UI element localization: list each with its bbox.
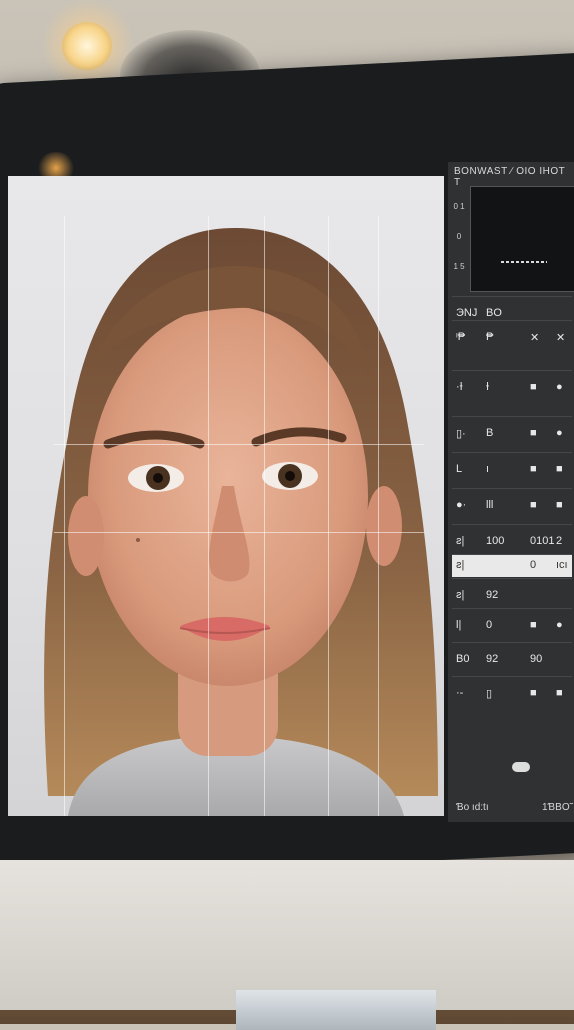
panel-footer-right: 1ƁBO˜	[542, 802, 573, 813]
panel-footer-left: Ɓo ıd:tı	[456, 802, 489, 813]
adjustment-panel: BONWAST ∕ OIO IHOT T 0 1 0 1 5 ЭNJ BO ᶦ₱…	[448, 162, 574, 822]
row-icon: ƨ|	[456, 589, 465, 601]
row-value: Ɨ	[486, 381, 490, 393]
selected-panel-row[interactable]: ƨ| 0 ıcı	[452, 554, 572, 577]
row-control[interactable]: ■	[530, 463, 537, 475]
row-control[interactable]: ●	[556, 427, 563, 439]
row-value: 0	[530, 559, 537, 571]
row-value: 0	[486, 619, 493, 631]
row-control[interactable]: ■	[556, 499, 563, 511]
row-value: 100	[486, 535, 505, 547]
close-icon[interactable]: ✕	[556, 331, 565, 344]
panel-row[interactable]: B0 92 90	[452, 642, 572, 677]
row-icon: ᶦ₱	[456, 331, 466, 343]
grid-line	[54, 444, 424, 445]
row-control[interactable]: ■	[556, 463, 563, 475]
row-value: 92	[486, 653, 499, 665]
row-control[interactable]: ■	[530, 499, 537, 511]
grid-line	[208, 216, 209, 816]
row-value: ı	[486, 463, 490, 475]
row-value: 0101	[530, 535, 555, 547]
row-value: ₱	[486, 331, 494, 343]
toggle-pill[interactable]	[512, 762, 530, 772]
row-control[interactable]: ■	[530, 427, 537, 439]
row-value: 90	[530, 653, 543, 665]
row-control[interactable]: ●	[556, 381, 563, 393]
nav-rail-label: 0 1	[453, 202, 465, 211]
apple-logo	[288, 904, 334, 960]
grid-line	[264, 216, 265, 816]
row-icon: ▯·	[456, 428, 466, 440]
row-icon: B0	[456, 653, 470, 665]
navigator-preview[interactable]	[470, 186, 574, 292]
row-icon: ●·	[456, 499, 467, 511]
row-value: ıcı	[556, 559, 568, 571]
grid-line	[54, 532, 424, 533]
row-control[interactable]: ■	[556, 687, 563, 699]
panel-row[interactable]: l| 0 ■ ●	[452, 608, 572, 643]
row-value: ▯	[486, 688, 493, 700]
row-control[interactable]: ■	[530, 687, 537, 699]
row-icon: ·Ɨ	[456, 381, 463, 393]
nav-rail-label: 0	[456, 232, 462, 241]
row-value: B	[486, 427, 494, 439]
lamp-bulb	[62, 22, 112, 70]
panel-row[interactable]: ·- ▯ ■ ■	[452, 676, 572, 711]
row-control[interactable]: ■	[530, 381, 537, 393]
grid-line	[378, 216, 379, 816]
navigator-marker	[501, 261, 547, 263]
photo-editor-window: BONWAST ∕ OIO IHOT T 0 1 0 1 5 ЭNJ BO ᶦ₱…	[4, 162, 574, 822]
monitor-stand	[236, 990, 436, 1030]
row-icon: ·-	[456, 687, 464, 699]
row-icon: l|	[456, 619, 462, 631]
panel-title: BONWAST ∕ OIO IHOT T	[454, 166, 566, 188]
grid-line	[328, 216, 329, 816]
row-value: BO	[486, 307, 502, 319]
row-icon: ƨ|	[456, 535, 465, 547]
panel-row[interactable]: ●· lll ■ ■	[452, 488, 572, 523]
close-icon[interactable]: ✕	[530, 331, 539, 344]
nav-rail-label: 1 5	[453, 262, 465, 271]
image-canvas[interactable]	[8, 176, 444, 816]
panel-row[interactable]: L ı ■ ■	[452, 452, 572, 487]
row-icon: ЭNJ	[456, 307, 478, 319]
panel-row[interactable]: ▯· B ■ ●	[452, 416, 572, 451]
row-value: 92	[486, 589, 499, 601]
row-control[interactable]: ■	[530, 619, 537, 631]
row-value: 2	[556, 535, 563, 547]
monitor-chin	[0, 860, 574, 1010]
row-value: lll	[486, 499, 494, 511]
navigator-rail: 0 1 0 1 5	[452, 192, 466, 288]
row-control[interactable]: ●	[556, 619, 563, 631]
grid-line	[64, 216, 65, 816]
panel-row[interactable]: ᶦ₱ ₱ ✕ ✕	[452, 320, 572, 355]
row-icon: ƨ|	[456, 559, 465, 571]
row-icon: L	[456, 463, 463, 475]
panel-row[interactable]: ·Ɨ Ɨ ■ ●	[452, 370, 572, 405]
